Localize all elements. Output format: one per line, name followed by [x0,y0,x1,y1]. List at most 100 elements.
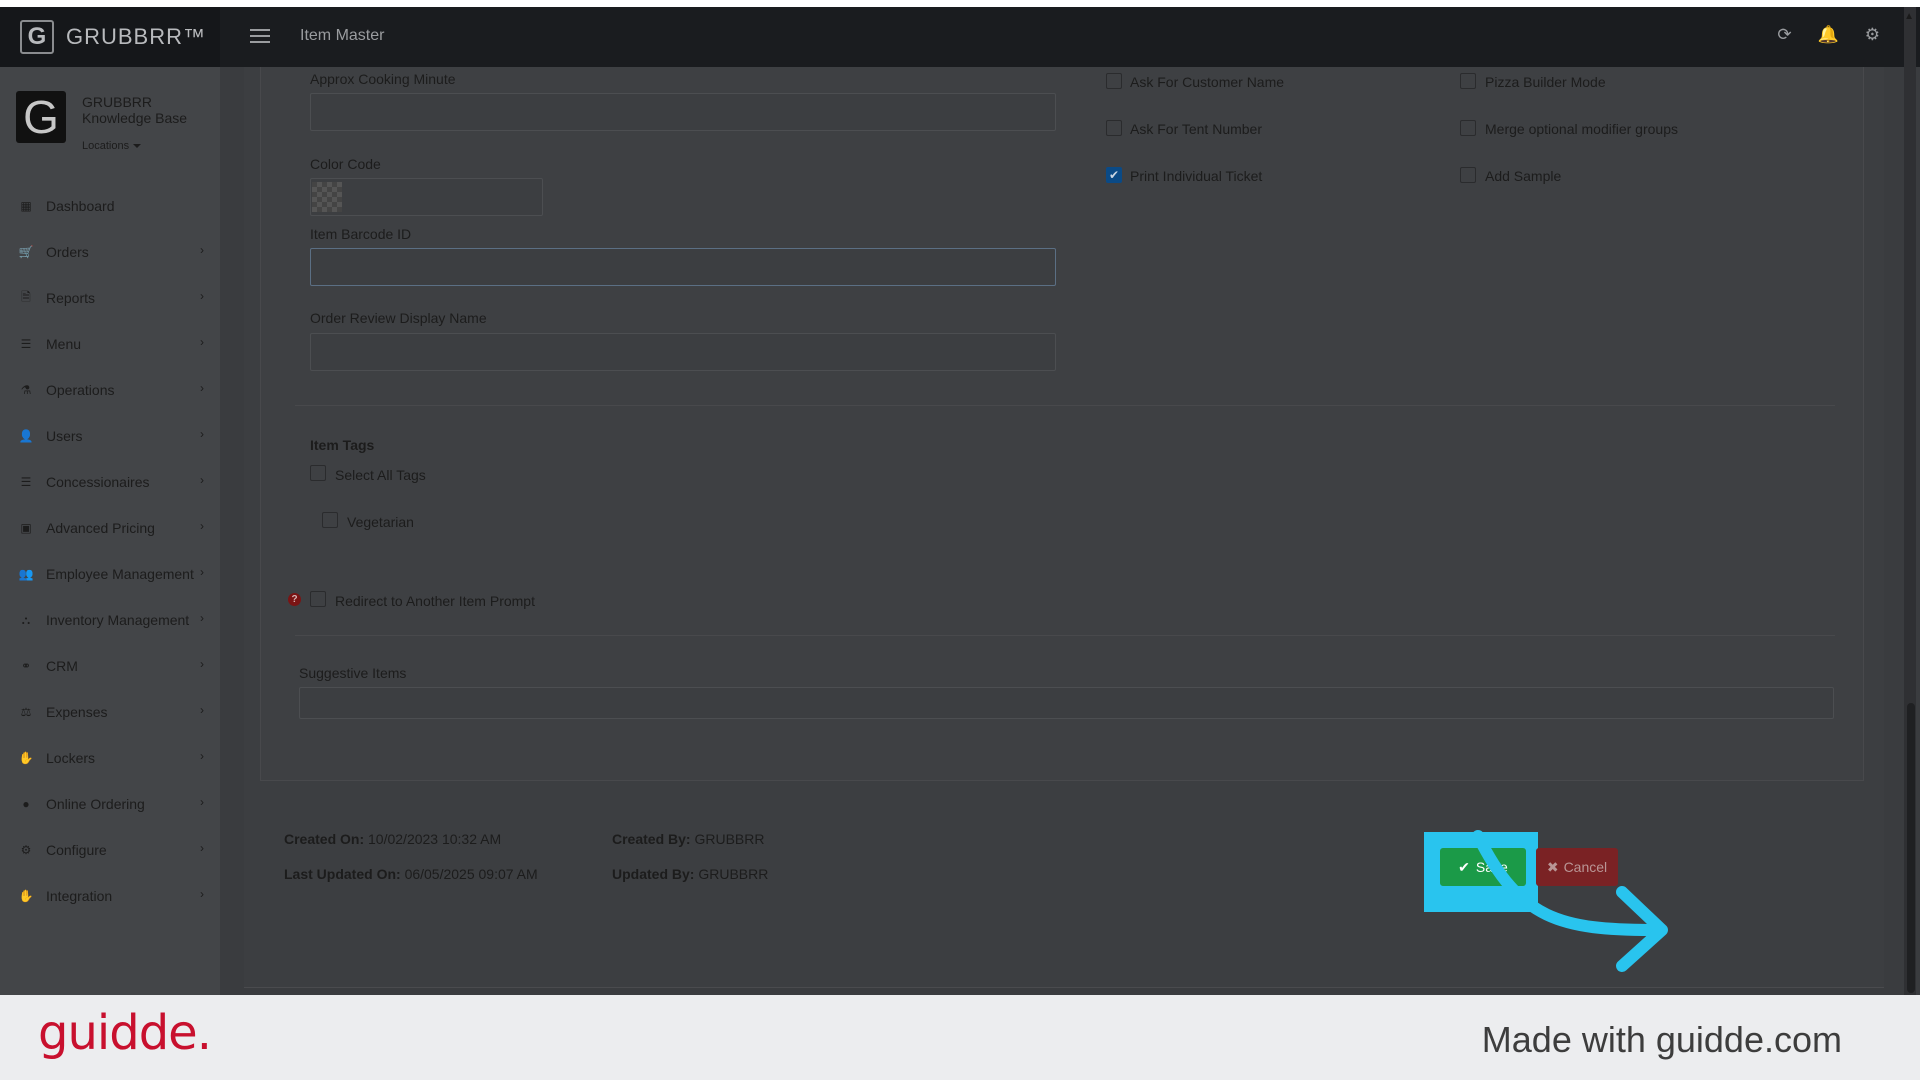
vegetarian-checkbox[interactable] [322,512,338,528]
barcode-input[interactable] [310,248,1056,286]
sidebar-item-label: Operations [46,382,115,398]
brand-name: GRUBBRR™ [66,24,207,49]
sidebar-item-dashboard[interactable]: ▦ Dashboard [0,183,220,229]
updated-by: Updated By: GRUBBRR [612,866,768,882]
add-sample-label: Add Sample [1485,168,1562,184]
save-button-label: Save [1475,859,1508,875]
refresh-icon[interactable]: ⟳ [1777,25,1791,45]
print-individual-ticket-checkbox[interactable]: ✔ [1106,167,1122,183]
account-name-line2: Knowledge Base [82,110,188,126]
add-sample-checkbox[interactable] [1460,167,1476,183]
ask-tent-number-label: Ask For Tent Number [1130,121,1263,137]
sidebar-item-label: Users [46,428,83,444]
money-icon: ▣ [20,521,32,535]
color-swatch-icon[interactable] [312,182,342,212]
sidebar-item-users[interactable]: 👤 Users › [0,413,220,459]
pizza-builder-checkbox[interactable] [1460,73,1476,89]
caret-down-icon [133,144,142,149]
chevron-right-icon: › [200,381,204,395]
list-icon: ☰ [20,475,32,489]
menu-list-icon: ☰ [20,337,32,351]
top-header: Item Master ⟳ 🔔 ⚙ [220,7,1920,67]
cancel-button-label: Cancel [1563,859,1608,875]
account-block: G GRUBBRR Knowledge Base Locations [16,91,216,161]
sidebar-item-label: Dashboard [46,198,115,214]
bell-icon[interactable]: 🔔 [1818,25,1839,45]
help-icon[interactable]: ? [288,593,301,606]
sidebar-item-operations[interactable]: ⚗ Operations › [0,367,220,413]
cancel-button[interactable]: ✖ Cancel [1536,848,1618,886]
sidebar-item-label: Lockers [46,750,96,766]
scroll-up-icon[interactable]: ▲ [1904,11,1914,22]
suggestive-items-label: Suggestive Items [299,665,407,681]
sidebar-item-crm[interactable]: ⚭ CRM › [0,643,220,689]
print-individual-ticket-label: Print Individual Ticket [1130,168,1263,184]
redirect-prompt-checkbox[interactable] [310,591,326,607]
order-review-input[interactable] [310,333,1056,371]
account-name-line1: GRUBBRR [82,94,153,110]
gear-icon[interactable]: ⚙ [1865,25,1880,45]
account-avatar: G [16,91,66,143]
gear-icon: ⚙ [20,843,32,857]
chevron-right-icon: › [200,703,204,717]
link-icon: ⚭ [20,659,32,673]
sidebar-item-label: Employee Management [46,566,194,582]
scrollbar-thumb[interactable] [1907,703,1915,993]
report-icon: 🗎 [21,289,31,304]
header-actions: ⟳ 🔔 ⚙ [1777,25,1880,45]
flask-icon: ⚗ [20,383,32,397]
user-add-icon: 👤 [18,429,34,443]
close-icon: ✖ [1546,858,1559,875]
approx-cooking-label: Approx Cooking Minute [310,71,456,87]
account-name: GRUBBRR Knowledge Base [82,94,187,126]
sidebar-item-label: Online Ordering [46,796,145,812]
bottom-divider [244,987,1884,988]
sidebar-item-inventory-management[interactable]: ⛬ Inventory Management › [0,597,220,643]
chevron-right-icon: › [200,427,204,441]
suggestive-items-input[interactable] [299,687,1834,719]
pizza-builder-label: Pizza Builder Mode [1485,74,1606,90]
app-window: G GRUBBRR™ G GRUBBRR Knowledge Base Loca… [0,7,1920,995]
globe-icon: ● [22,797,30,811]
sidebar-item-label: Menu [46,336,82,352]
sidebar-item-integration[interactable]: ✋ Integration › [0,873,220,919]
barcode-label: Item Barcode ID [310,226,412,242]
brand-logo-icon[interactable]: G [20,20,54,54]
ask-tent-number-checkbox[interactable] [1106,120,1122,136]
chevron-right-icon: › [200,795,204,809]
sidebar-item-orders[interactable]: 🛒 Orders › [0,229,220,275]
hand-icon: ✋ [18,751,34,765]
locations-dropdown[interactable]: Locations [82,140,142,152]
color-code-input[interactable] [310,178,543,216]
updated-by-value: GRUBBRR [698,866,769,882]
check-icon: ✔ [1458,858,1470,875]
merge-modifier-checkbox[interactable] [1460,120,1476,136]
sidebar-item-configure[interactable]: ⚙ Configure › [0,827,220,873]
created-by: Created By: GRUBBRR [612,831,765,847]
select-all-tags-checkbox[interactable] [310,465,326,481]
sidebar-item-advanced-pricing[interactable]: ▣ Advanced Pricing › [0,505,220,551]
save-button[interactable]: ✔ Save [1440,848,1526,886]
vegetarian-label: Vegetarian [347,514,414,530]
last-updated-label: Last Updated On: [284,866,401,882]
sidebar-item-online-ordering[interactable]: ● Online Ordering › [0,781,220,827]
made-with-text: Made with guidde.com [1481,1019,1842,1060]
sidebar-item-label: Expenses [46,704,108,720]
select-all-tags-label: Select All Tags [335,467,426,483]
guidde-footer: guidde. Made with guidde.com [0,995,1920,1080]
sidebar-item-lockers[interactable]: ✋ Lockers › [0,735,220,781]
divider [295,405,1835,406]
locations-label: Locations [82,140,130,152]
users-icon: 👥 [18,567,34,581]
sidebar-item-concessionaires[interactable]: ☰ Concessionaires › [0,459,220,505]
ask-customer-name-checkbox[interactable] [1106,73,1122,89]
sidebar-item-reports[interactable]: 🗎 Reports › [0,275,220,321]
redirect-prompt-label: Redirect to Another Item Prompt [335,593,535,609]
chevron-right-icon: › [200,657,204,671]
sidebar-item-expenses[interactable]: ⚖ Expenses › [0,689,220,735]
hamburger-menu-icon[interactable] [250,29,270,43]
sidebar-item-label: Advanced Pricing [46,520,155,536]
approx-cooking-input[interactable] [310,93,1056,131]
sidebar-item-menu[interactable]: ☰ Menu › [0,321,220,367]
sidebar-item-employee-management[interactable]: 👥 Employee Management › [0,551,220,597]
